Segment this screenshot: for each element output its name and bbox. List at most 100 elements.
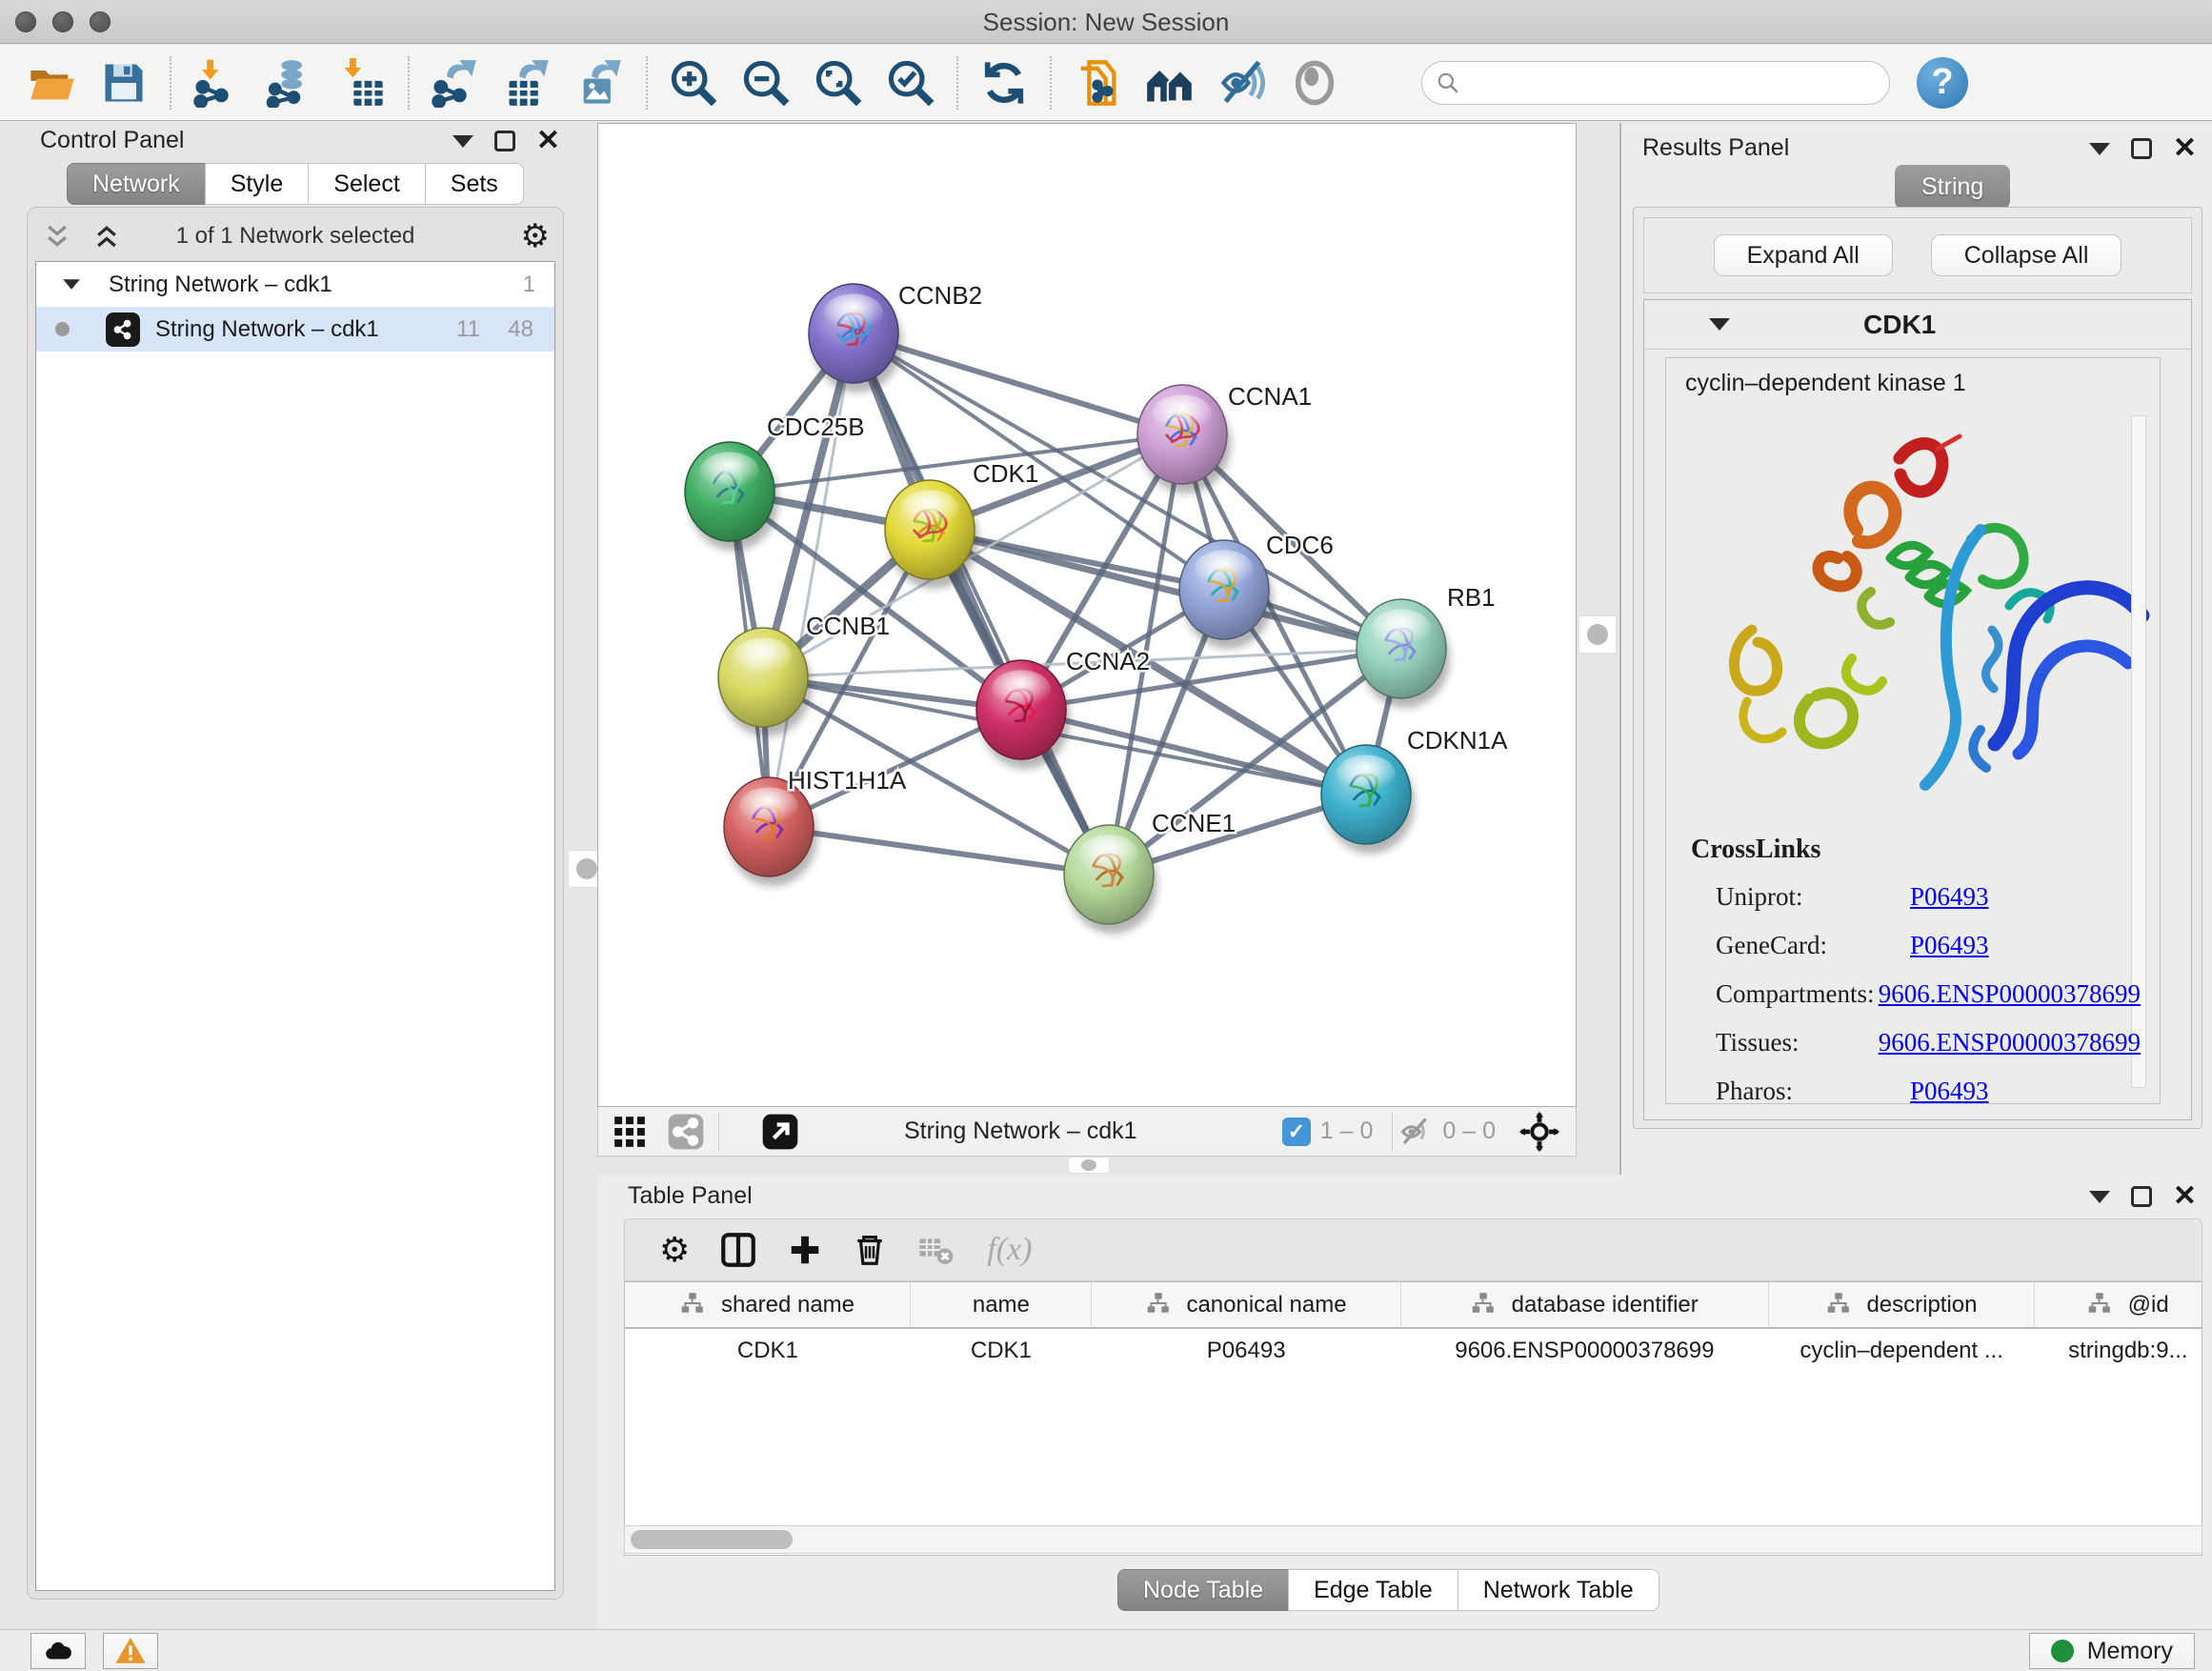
bottom-splitter-handle[interactable] (1068, 1157, 1110, 1174)
node-CCNB2[interactable]: CCNB2 (809, 281, 982, 393)
node-CDC6[interactable]: CDC6 (1179, 531, 1334, 649)
fit-crosshair-icon[interactable] (1518, 1111, 1560, 1153)
gene-section-header[interactable]: CDK1 (1644, 300, 2191, 350)
collapse-all-button[interactable]: Collapse All (1931, 234, 2122, 276)
save-session-icon[interactable] (93, 56, 154, 110)
node-CCNE1[interactable]: CCNE1 (1064, 809, 1236, 934)
crosslink-link[interactable]: 9606.ENSP00000378699 (1879, 979, 2141, 1009)
export-image-icon[interactable] (570, 56, 631, 110)
panel-menu-icon[interactable] (2089, 143, 2110, 155)
column-header-name[interactable]: name (911, 1282, 1092, 1328)
network-row-selected[interactable]: String Network – cdk1 11 48 (36, 307, 554, 352)
float-panel-icon[interactable] (2131, 138, 2152, 159)
node-CDC25B[interactable]: CDC25B (685, 413, 865, 551)
table-options-gear-icon[interactable]: ⚙ (659, 1233, 690, 1267)
column-header--id[interactable]: @id (2035, 1282, 2202, 1328)
network-from-file-icon[interactable] (1067, 56, 1128, 110)
network-view-canvas[interactable]: CCNB2CCNA1CDC25BCDK1CDC6RB1CCNB1CCNA2CDK… (597, 123, 1577, 1107)
results-panel-title: Results Panel (1642, 134, 1789, 162)
crosslink-link[interactable]: P06493 (1910, 1077, 1989, 1104)
collection-caret-icon[interactable] (63, 279, 80, 289)
control-panel-tabs: NetworkStyleSelectSets (67, 163, 524, 205)
export-network-icon[interactable] (425, 56, 486, 110)
panel-menu-icon[interactable] (452, 135, 473, 148)
tab-network[interactable]: Network (67, 163, 206, 205)
edge-HIST1H1A-CCNE1[interactable] (769, 827, 1109, 875)
table-cell[interactable]: CDK1 (625, 1328, 911, 1372)
string-panel-toggle-icon[interactable] (667, 1113, 705, 1151)
table-cell[interactable]: stringdb:9... (2035, 1328, 2202, 1372)
tab-network-table[interactable]: Network Table (1458, 1569, 1659, 1611)
panel-menu-icon[interactable] (2089, 1191, 2110, 1203)
table-toolbar: ⚙ f(x) (624, 1218, 2202, 1281)
import-network-icon[interactable] (187, 56, 248, 110)
table-row[interactable]: CDK1CDK1P064939606.ENSP00000378699cyclin… (625, 1328, 2202, 1372)
refresh-icon[interactable] (974, 56, 1035, 110)
section-caret-icon[interactable] (1709, 318, 1730, 331)
main-toolbar: ? (0, 45, 2212, 121)
window-title: Session: New Session (0, 8, 2212, 37)
collection-count: 1 (523, 272, 535, 298)
hide-panels-icon[interactable] (1212, 56, 1273, 110)
import-database-icon[interactable] (259, 56, 320, 110)
add-column-icon[interactable] (787, 1232, 823, 1268)
tab-node-table[interactable]: Node Table (1117, 1569, 1289, 1611)
node-HIST1H1A[interactable]: HIST1H1A (724, 766, 907, 886)
crosslink-link[interactable]: 9606.ENSP00000378699 (1879, 1028, 2141, 1057)
warning-button[interactable] (103, 1633, 158, 1669)
help-icon[interactable]: ? (1917, 57, 1968, 109)
crosslink-link[interactable]: P06493 (1910, 931, 1989, 960)
zoom-selected-icon[interactable] (880, 56, 941, 110)
node-RB1[interactable]: RB1 (1357, 583, 1496, 708)
show-columns-icon[interactable] (718, 1230, 758, 1270)
crosslink-row: Pharos:P06493 (1691, 1077, 2141, 1104)
cloud-status-button[interactable] (30, 1633, 86, 1669)
export-table-icon[interactable] (497, 56, 558, 110)
zoom-in-icon[interactable] (663, 56, 724, 110)
zoom-out-icon[interactable] (735, 56, 796, 110)
column-header-shared-name[interactable]: shared name (625, 1282, 911, 1328)
open-in-window-icon[interactable] (761, 1113, 799, 1151)
column-header-description[interactable]: description (1768, 1282, 2035, 1328)
tab-sets[interactable]: Sets (425, 163, 524, 205)
float-panel-icon[interactable] (494, 131, 515, 151)
open-session-icon[interactable] (21, 56, 82, 110)
tab-edge-table[interactable]: Edge Table (1288, 1569, 1458, 1611)
column-header-canonical-name[interactable]: canonical name (1092, 1282, 1400, 1328)
network-collection-row[interactable]: String Network – cdk1 1 (36, 262, 554, 307)
table-cell[interactable]: CDK1 (911, 1328, 1092, 1372)
table-horizontal-scrollbar[interactable] (624, 1525, 2202, 1554)
string-network-icon (106, 312, 140, 347)
close-panel-icon[interactable]: ✕ (536, 131, 560, 151)
tab-string[interactable]: String (1895, 165, 2010, 209)
table-panel-title: Table Panel (628, 1182, 753, 1210)
tab-style[interactable]: Style (205, 163, 310, 205)
preview-eye-icon[interactable] (1284, 56, 1345, 110)
network-options-gear-icon[interactable]: ⚙ (521, 220, 550, 252)
node-label-HIST1H1A: HIST1H1A (788, 766, 907, 795)
table-cell[interactable]: cyclin–dependent ... (1768, 1328, 2035, 1372)
float-panel-icon[interactable] (2131, 1186, 2152, 1207)
node-CDKN1A[interactable]: CDKN1A (1321, 726, 1508, 854)
table-cell[interactable]: P06493 (1092, 1328, 1400, 1372)
selected-checkbox-icon[interactable]: ✓ (1282, 1117, 1311, 1146)
import-table-icon[interactable] (332, 56, 392, 110)
column-header-database-identifier[interactable]: database identifier (1400, 1282, 1768, 1328)
table-cell[interactable]: 9606.ENSP00000378699 (1400, 1328, 1768, 1372)
close-panel-icon[interactable]: ✕ (2173, 1186, 2197, 1207)
crosslink-link[interactable]: P06493 (1910, 882, 1989, 912)
tab-select[interactable]: Select (308, 163, 425, 205)
expand-all-button[interactable]: Expand All (1714, 234, 1893, 276)
delete-column-icon[interactable] (852, 1232, 888, 1268)
birdseye-view-icon[interactable] (612, 1114, 648, 1150)
scrollbar-thumb[interactable] (631, 1530, 793, 1549)
close-panel-icon[interactable]: ✕ (2173, 138, 2197, 159)
memory-button[interactable]: Memory (2029, 1633, 2195, 1669)
home-icon[interactable] (1139, 56, 1200, 110)
toolbar-separator (1050, 56, 1052, 110)
node-label-CDK1: CDK1 (973, 459, 1038, 488)
right-splitter-handle[interactable] (1579, 615, 1617, 654)
search-input[interactable] (1460, 64, 1889, 102)
zoom-fit-icon[interactable] (808, 56, 869, 110)
edge-CCNB2-CCNA1[interactable] (854, 333, 1182, 434)
